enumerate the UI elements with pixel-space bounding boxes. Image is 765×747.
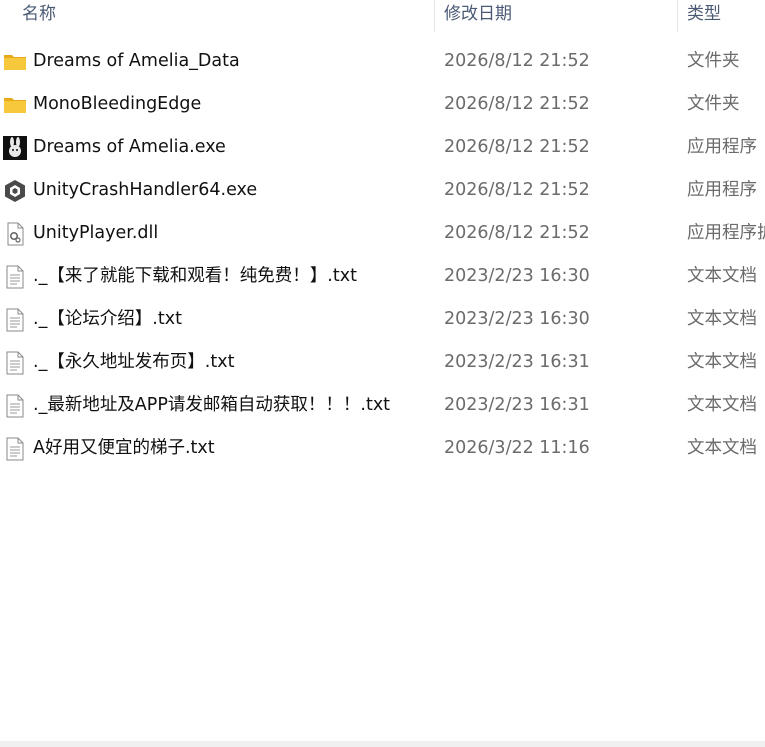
file-name: ._【永久地址发布页】.txt [33, 352, 235, 372]
column-header-name[interactable]: 名称 [22, 0, 56, 30]
file-date-modified: 2026/3/22 11:16 [444, 438, 590, 458]
file-date-modified: 2023/2/23 16:31 [444, 395, 590, 415]
file-row[interactable]: A好用又便宜的梯子.txt 2026/3/22 11:16 文本文档 [0, 427, 765, 470]
file-date-modified: 2026/8/12 21:52 [444, 51, 590, 71]
text-file-icon [3, 394, 27, 418]
text-file-icon [3, 437, 27, 461]
file-date-modified: 2023/2/23 16:30 [444, 309, 590, 329]
bunny-app-icon [3, 136, 27, 160]
text-file-icon [3, 265, 27, 289]
file-row[interactable]: ._最新地址及APP请发邮箱自动获取！！！.txt 2023/2/23 16:3… [0, 384, 765, 427]
file-type: 应用程序扩展 [687, 223, 765, 243]
file-row[interactable]: ._【论坛介绍】.txt 2023/2/23 16:30 文本文档 [0, 298, 765, 341]
file-explorer-details-view: 名称 修改日期 类型 Dreams of Amelia_Data 2026/8/… [0, 0, 765, 747]
text-file-icon [3, 351, 27, 375]
file-type: 文本文档 [687, 266, 757, 286]
file-row[interactable]: Dreams of Amelia.exe 2026/8/12 21:52 应用程… [0, 126, 765, 169]
file-list: Dreams of Amelia_Data 2026/8/12 21:52 文件… [0, 40, 765, 470]
file-type: 文本文档 [687, 438, 757, 458]
file-date-modified: 2026/8/12 21:52 [444, 137, 590, 157]
file-date-modified: 2023/2/23 16:30 [444, 266, 590, 286]
column-header-date-modified[interactable]: 修改日期 [444, 0, 512, 30]
file-date-modified: 2026/8/12 21:52 [444, 94, 590, 114]
file-type: 应用程序 [687, 137, 757, 157]
file-row[interactable]: Dreams of Amelia_Data 2026/8/12 21:52 文件… [0, 40, 765, 83]
column-header-bar: 名称 修改日期 类型 [0, 0, 765, 34]
file-name: Dreams of Amelia_Data [33, 51, 240, 71]
status-bar-edge [0, 741, 765, 747]
file-date-modified: 2026/8/12 21:52 [444, 223, 590, 243]
file-type: 文件夹 [687, 51, 740, 71]
text-file-icon [3, 308, 27, 332]
column-divider[interactable] [434, 0, 435, 32]
file-row[interactable]: MonoBleedingEdge 2026/8/12 21:52 文件夹 [0, 83, 765, 126]
file-name: UnityPlayer.dll [33, 223, 159, 243]
file-row[interactable]: ._【永久地址发布页】.txt 2023/2/23 16:31 文本文档 [0, 341, 765, 384]
file-type: 应用程序 [687, 180, 757, 200]
file-name: MonoBleedingEdge [33, 94, 202, 114]
file-type: 文本文档 [687, 309, 757, 329]
unity-icon [3, 179, 27, 203]
file-name: UnityCrashHandler64.exe [33, 180, 258, 200]
file-name: ._【论坛介绍】.txt [33, 309, 182, 329]
file-name: A好用又便宜的梯子.txt [33, 438, 215, 458]
file-type: 文本文档 [687, 352, 757, 372]
file-row[interactable]: ._【来了就能下载和观看！纯免费！】.txt 2023/2/23 16:30 文… [0, 255, 765, 298]
file-row[interactable]: UnityPlayer.dll 2026/8/12 21:52 应用程序扩展 [0, 212, 765, 255]
file-type: 文件夹 [687, 94, 740, 114]
file-date-modified: 2023/2/23 16:31 [444, 352, 590, 372]
folder-icon [3, 50, 27, 74]
file-date-modified: 2026/8/12 21:52 [444, 180, 590, 200]
file-name: Dreams of Amelia.exe [33, 137, 226, 157]
file-name: ._【来了就能下载和观看！纯免费！】.txt [33, 266, 357, 286]
file-name: ._最新地址及APP请发邮箱自动获取！！！.txt [33, 395, 391, 415]
column-header-type[interactable]: 类型 [687, 0, 721, 30]
file-row[interactable]: UnityCrashHandler64.exe 2026/8/12 21:52 … [0, 169, 765, 212]
column-divider[interactable] [677, 0, 678, 32]
dll-gear-icon [3, 222, 27, 246]
folder-icon [3, 93, 27, 117]
file-type: 文本文档 [687, 395, 757, 415]
